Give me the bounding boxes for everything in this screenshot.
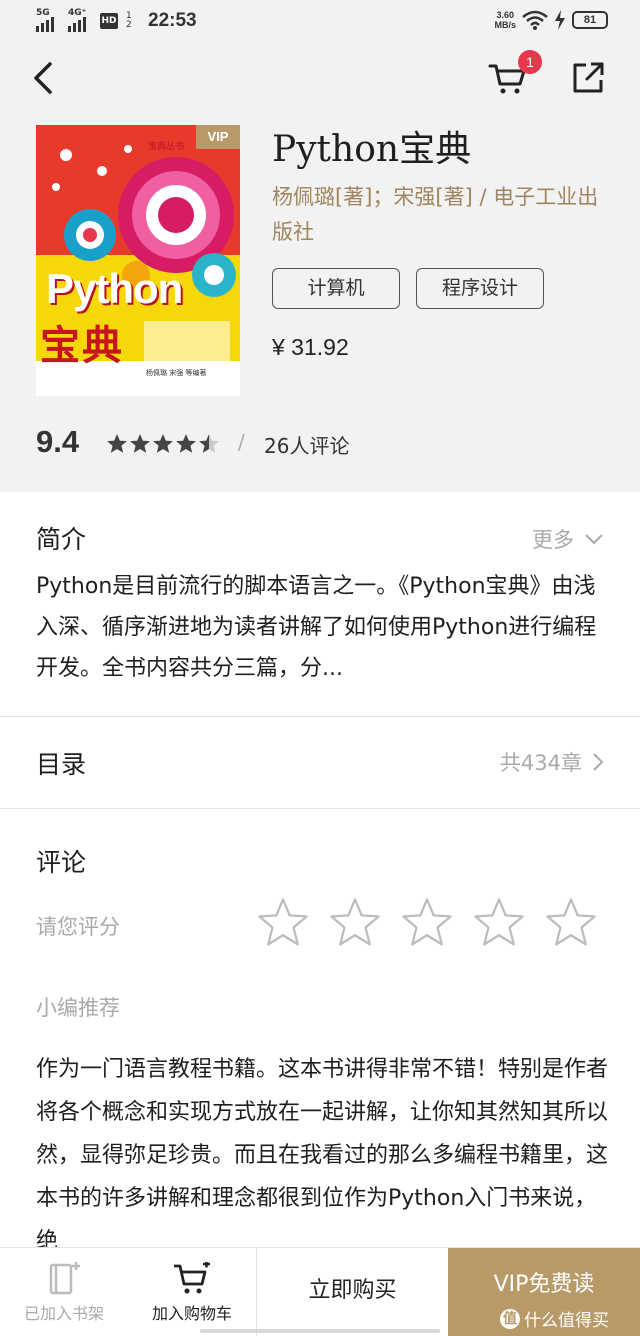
divider bbox=[0, 808, 640, 809]
divider bbox=[0, 716, 640, 717]
watermark-text: 什么值得买 bbox=[524, 1311, 609, 1331]
home-indicator[interactable] bbox=[200, 1329, 440, 1333]
rate-star-5-icon[interactable] bbox=[544, 896, 598, 950]
more-label: 更多 bbox=[532, 528, 574, 552]
toc-count: 共434章 bbox=[499, 751, 582, 775]
cart-label: 加入购物车 bbox=[151, 1304, 232, 1323]
speed-value: 3.60 bbox=[496, 10, 514, 20]
cover-title: Python bbox=[46, 265, 183, 312]
rating-star-icon bbox=[176, 434, 196, 453]
rate-star-2-icon[interactable] bbox=[328, 896, 382, 950]
added-to-shelf-button[interactable]: 已加入书架 bbox=[0, 1248, 128, 1336]
cart-count-badge: 1 bbox=[518, 50, 542, 74]
battery-level: 81 bbox=[572, 11, 608, 29]
shelf-label: 已加入书架 bbox=[23, 1304, 104, 1323]
editor-recommend-label: 小编推荐 bbox=[36, 996, 120, 1020]
cover-footer: 杨佩璐 宋强 等编著 bbox=[146, 369, 207, 377]
rating-star-icon bbox=[199, 434, 219, 453]
signal-4g-icon: 4G⁺ bbox=[68, 8, 92, 32]
review-count[interactable]: 26人评论 bbox=[264, 430, 349, 459]
book-title: Python宝典 bbox=[272, 129, 472, 170]
speed-unit: MB/s bbox=[494, 20, 516, 30]
share-icon[interactable] bbox=[570, 60, 606, 96]
rate-prompt: 请您评分 bbox=[36, 915, 120, 939]
user-rating-stars[interactable] bbox=[256, 896, 598, 950]
status-bar: 5G 4G⁺ HD 1 2 22:53 3.60 MB/s 81 bbox=[0, 0, 640, 48]
tag-programming[interactable]: 程序设计 bbox=[416, 268, 544, 309]
chevron-down-icon bbox=[585, 534, 603, 545]
battery-icon: 81 bbox=[572, 11, 608, 29]
buy-now-button[interactable]: 立即购买 bbox=[256, 1248, 448, 1336]
vip-label: VIP免费读 bbox=[493, 1272, 595, 1297]
rating-separator: / bbox=[238, 430, 245, 454]
charging-icon bbox=[555, 10, 565, 30]
site-watermark: 值 什么值得买 bbox=[500, 1306, 609, 1331]
hd-sub-2: 2 bbox=[126, 20, 132, 30]
intro-heading: 简介 bbox=[36, 525, 87, 554]
rating-star-icon bbox=[107, 434, 127, 453]
rating-star-icon bbox=[130, 434, 150, 453]
network-speed: 3.60 MB/s bbox=[494, 10, 516, 30]
editor-recommend-text: 作为一门语言教程书籍。这本书讲得非常不错！特别是作者将各个概念和实现方式放在一起… bbox=[36, 1057, 609, 1248]
intro-more-link[interactable]: 更多 bbox=[532, 524, 604, 554]
hd-voice-icon: HD bbox=[100, 13, 118, 29]
status-time: 22:53 bbox=[148, 10, 197, 31]
book-price: ¥ 31.92 bbox=[272, 334, 349, 360]
rating-score: 9.4 bbox=[36, 424, 80, 459]
book-cover[interactable]: VIP 宝典丛书 Python 宝典 杨佩璐 宋强 等编著 bbox=[36, 125, 240, 396]
intro-text: Python是目前流行的脚本语言之一。《Python宝典》由浅入深、循序渐进地为… bbox=[36, 574, 597, 681]
comments-heading: 评论 bbox=[36, 848, 87, 877]
wifi-icon bbox=[522, 10, 548, 30]
cover-title-cn: 宝典 bbox=[40, 322, 124, 369]
tag-computer[interactable]: 计算机 bbox=[272, 268, 400, 309]
rating-stars bbox=[106, 433, 220, 455]
toc-heading[interactable]: 目录 bbox=[36, 745, 86, 781]
toc-count-link[interactable]: 共434章 bbox=[500, 747, 604, 777]
cover-series-label: 宝典丛书 bbox=[148, 142, 185, 152]
bookshelf-added-icon bbox=[49, 1262, 80, 1295]
signal-5g-icon: 5G bbox=[36, 8, 60, 32]
add-to-cart-button[interactable]: 加入购物车 bbox=[128, 1248, 256, 1336]
rate-star-1-icon[interactable] bbox=[256, 896, 310, 950]
rate-star-3-icon[interactable] bbox=[400, 896, 454, 950]
cover-vip-badge: VIP bbox=[196, 125, 240, 149]
book-authors-publisher[interactable]: 杨佩璐[著]；宋强[著] / 电子工业出版社 bbox=[272, 180, 612, 250]
rate-star-4-icon[interactable] bbox=[472, 896, 526, 950]
hd-sub-label: 1 2 bbox=[126, 12, 134, 30]
watermark-logo-icon: 值 bbox=[500, 1308, 520, 1329]
chevron-right-icon bbox=[593, 753, 604, 771]
rating-star-icon bbox=[153, 434, 173, 453]
cart-add-icon bbox=[174, 1262, 210, 1294]
back-arrow-icon[interactable] bbox=[26, 60, 62, 96]
